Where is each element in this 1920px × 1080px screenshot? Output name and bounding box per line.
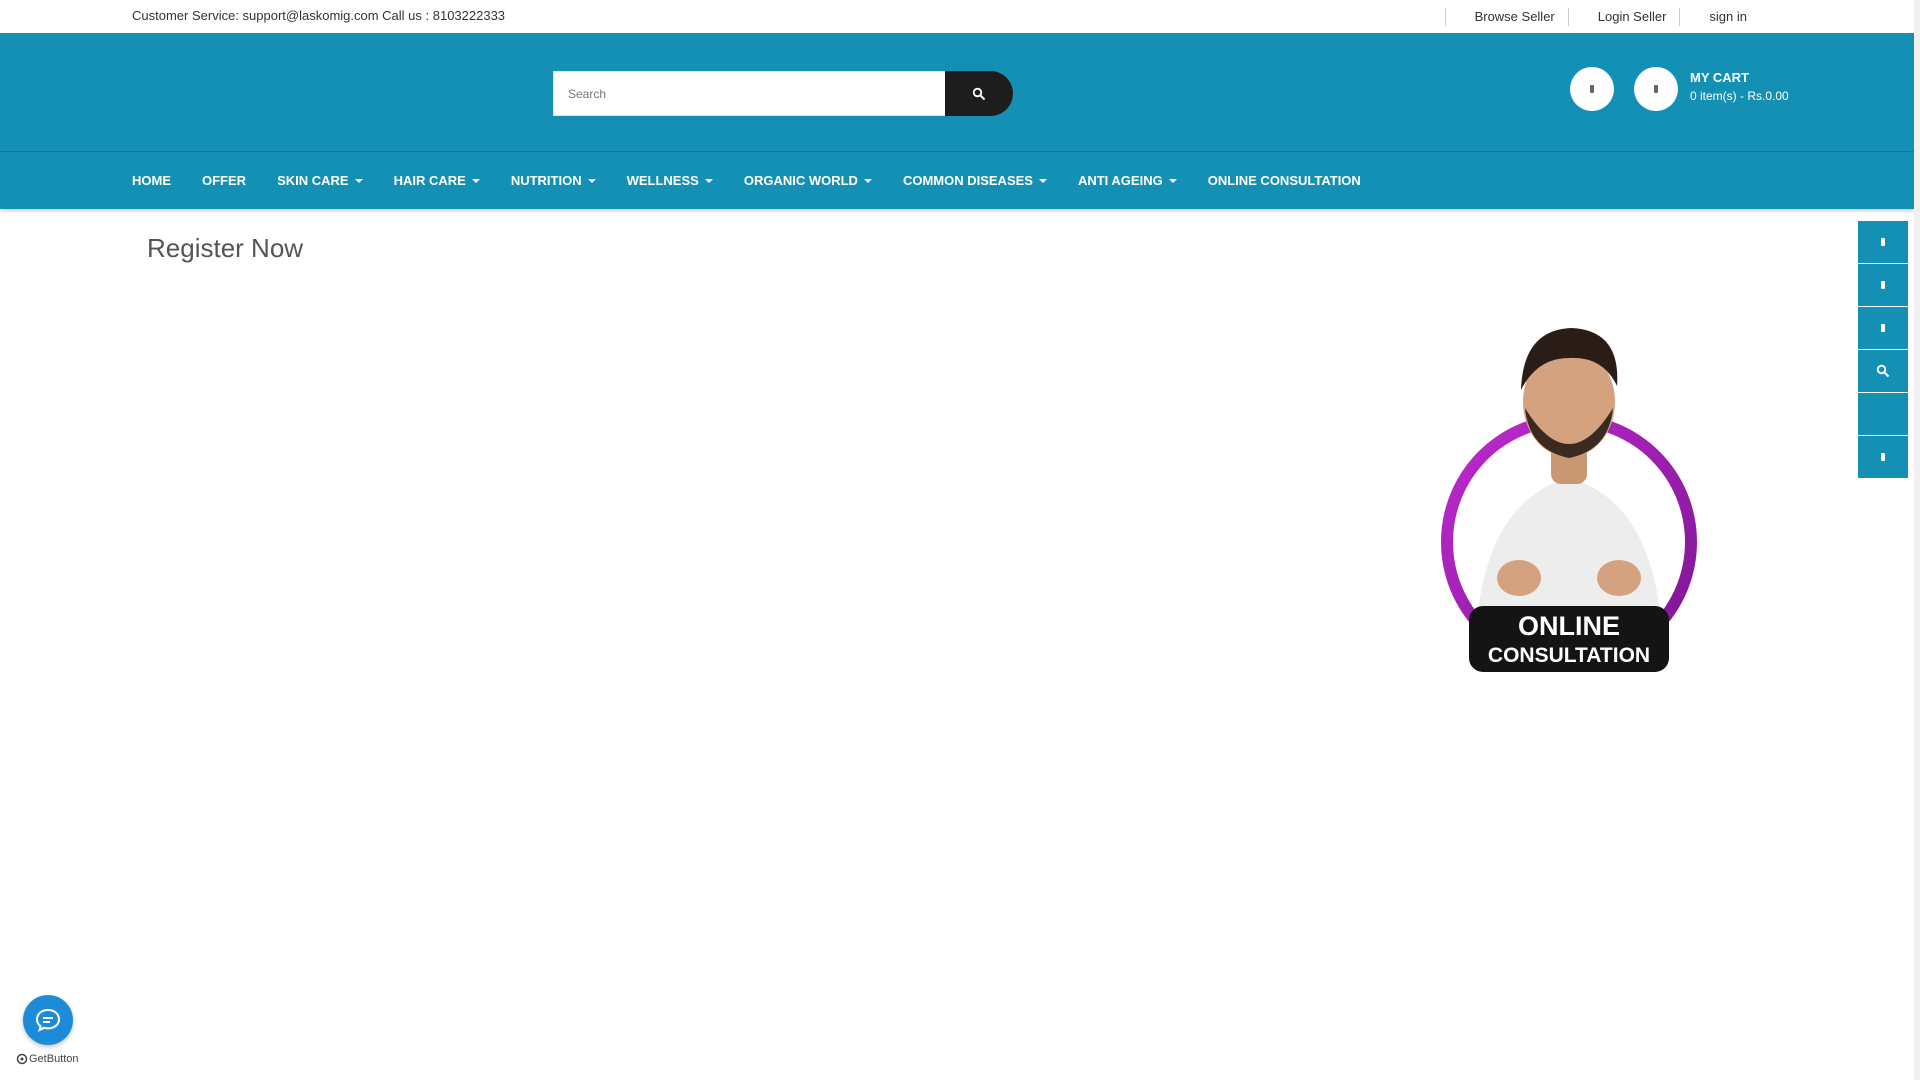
top-links: Browse Seller Login Seller sign in <box>1444 0 1774 33</box>
top-bar: Customer Service: support@laskomig.com C… <box>0 0 1914 33</box>
nav-item-label: HAIR CARE <box>393 173 466 188</box>
scroll-top-button[interactable] <box>1858 436 1908 478</box>
caret-down-icon <box>354 178 363 183</box>
sign-in-link[interactable]: sign in <box>1679 7 1774 26</box>
cart-summary[interactable]: MY CART 0 item(s) - Rs.0.00 <box>1690 69 1789 105</box>
lock-icon <box>1693 12 1697 21</box>
instagram-icon <box>1881 324 1885 332</box>
search-button[interactable] <box>945 71 1013 116</box>
nav-item-skin-care[interactable]: SKIN CARE <box>277 173 363 188</box>
cart-icon <box>1654 85 1658 93</box>
search-bar <box>553 71 1013 116</box>
arrow-up-icon <box>1881 453 1885 461</box>
site-header: MY CART 0 item(s) - Rs.0.00 <box>0 33 1914 151</box>
caret-down-icon <box>1757 12 1761 21</box>
getbutton-logo-icon <box>16 1053 28 1065</box>
cart-total: 0 item(s) - Rs.0.00 <box>1690 89 1789 103</box>
promo-line-2: CONSULTATION <box>1488 644 1650 667</box>
nav-item-offer[interactable]: OFFER <box>202 173 246 188</box>
getbutton-link[interactable]: GetButton <box>16 1053 79 1065</box>
floating-action-bar <box>1858 221 1908 479</box>
nav-item-wellness[interactable]: WELLNESS <box>627 173 713 188</box>
heart-icon <box>1590 85 1594 93</box>
nav-item-label: ORGANIC WORLD <box>743 173 858 188</box>
nav-item-label: OFFER <box>202 173 247 188</box>
nav-item-label: ONLINE CONSULTATION <box>1207 173 1361 188</box>
browse-seller-link[interactable]: Browse Seller <box>1444 7 1568 26</box>
nav-item-nutrition[interactable]: NUTRITION <box>511 173 596 188</box>
getbutton-label: GetButton <box>29 1053 79 1065</box>
nav-item-anti-ageing[interactable]: ANTI AGEING <box>1078 173 1177 188</box>
store-icon <box>1459 12 1463 21</box>
vertical-scrollbar[interactable] <box>1914 0 1920 1080</box>
chat-bubble-icon <box>35 1008 61 1032</box>
search-input[interactable] <box>553 71 945 116</box>
wishlist-button[interactable] <box>1570 67 1614 111</box>
facebook-icon <box>1881 238 1885 246</box>
page: Customer Service: support@laskomig.com C… <box>0 0 1920 1080</box>
sign-in-label: sign in <box>1709 9 1747 24</box>
caret-down-icon <box>1038 178 1047 183</box>
facebook-button[interactable] <box>1858 221 1908 263</box>
main-nav: HOME OFFER SKIN CARE HAIR CARE NUTRITION WELL… <box>0 151 1914 209</box>
cart-title: MY CART <box>1690 70 1749 85</box>
chat-widget-button[interactable] <box>23 995 73 1045</box>
search-icon <box>1876 364 1890 378</box>
nav-item-hair-care[interactable]: HAIR CARE <box>394 173 480 188</box>
caret-down-icon <box>471 178 480 183</box>
browse-seller-label: Browse Seller <box>1474 9 1555 24</box>
nav-item-label: COMMON DISEASES <box>902 173 1033 188</box>
page-title: Register Now <box>147 233 304 263</box>
promo-line-1: ONLINE <box>1518 611 1620 641</box>
consultation-illustration: ONLINE CONSULTATION <box>1441 328 1697 672</box>
twitter-button[interactable] <box>1858 264 1908 306</box>
nav-item-home[interactable]: HOME <box>132 173 171 188</box>
online-consultation-banner[interactable]: ONLINE CONSULTATION <box>1437 320 1702 680</box>
nav-item-label: SKIN CARE <box>277 173 349 188</box>
nav-item-online-consultation[interactable]: ONLINE CONSULTATION <box>1208 173 1361 188</box>
customer-service-text: Customer Service: support@laskomig.com C… <box>132 8 506 23</box>
floating-search-button[interactable] <box>1858 350 1908 392</box>
nav-item-label: ANTI AGEING <box>1077 173 1163 188</box>
caret-down-icon <box>863 178 872 183</box>
user-icon <box>1582 12 1586 21</box>
nav-item-organic-world[interactable]: ORGANIC WORLD <box>744 173 872 188</box>
nav-item-common-diseases[interactable]: COMMON DISEASES <box>903 173 1047 188</box>
caret-down-icon <box>1168 178 1177 183</box>
caret-down-icon <box>704 178 713 183</box>
blank-action-button[interactable] <box>1858 393 1908 435</box>
caret-down-icon <box>587 178 596 183</box>
cart-button[interactable] <box>1634 67 1678 111</box>
main-column: Customer Service: support@laskomig.com C… <box>0 0 1914 1080</box>
login-seller-link[interactable]: Login Seller <box>1567 7 1680 26</box>
login-seller-label: Login Seller <box>1597 9 1667 24</box>
twitter-icon <box>1881 281 1885 289</box>
nav-item-label: WELLNESS <box>626 173 699 188</box>
nav-item-label: HOME <box>132 173 171 188</box>
instagram-button[interactable] <box>1858 307 1908 349</box>
search-icon <box>972 87 986 100</box>
nav-item-label: NUTRITION <box>510 173 582 188</box>
